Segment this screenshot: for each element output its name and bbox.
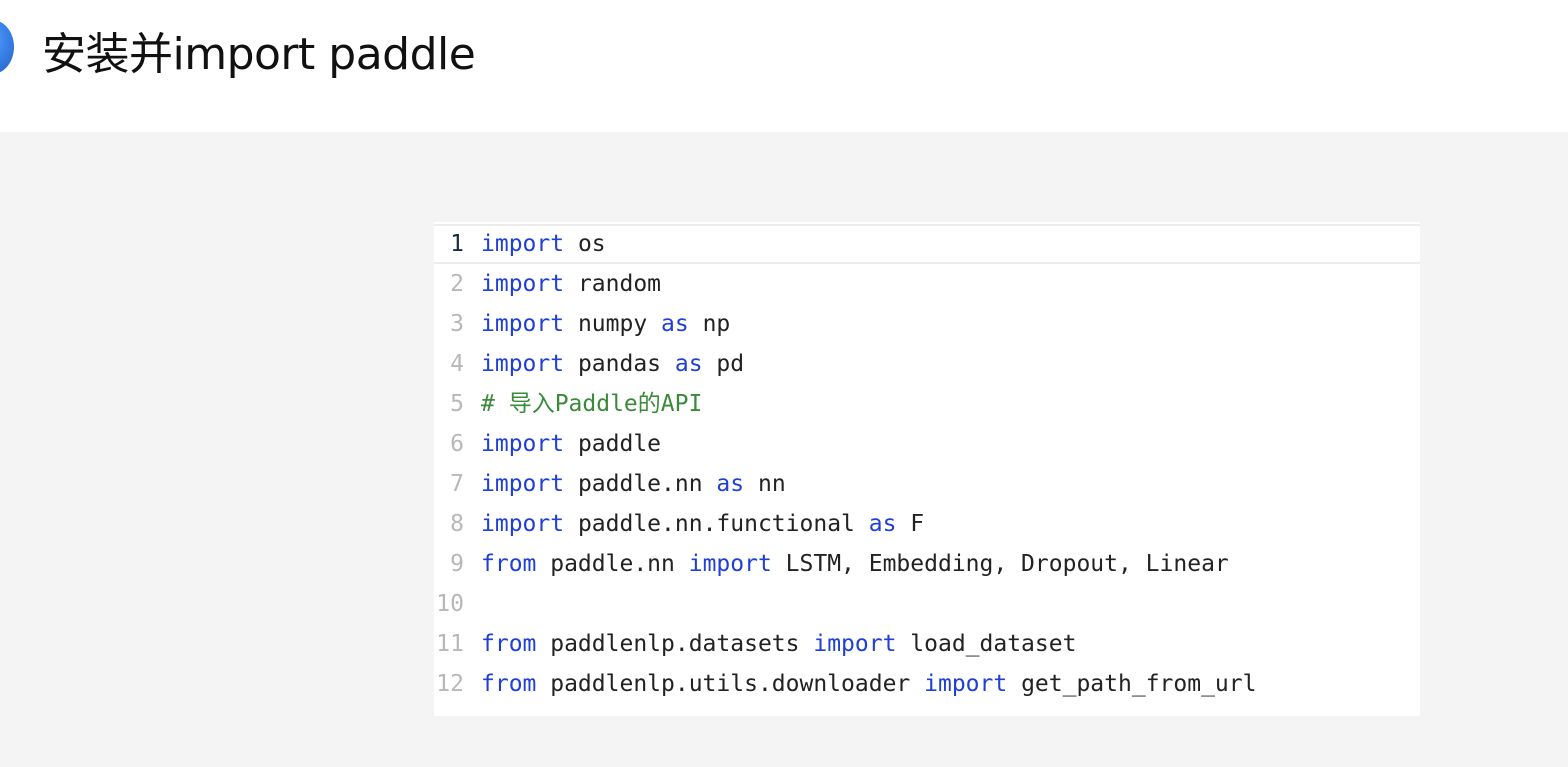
code-text: import paddle.nn as nn [481, 464, 786, 504]
code-keyword: import [688, 551, 772, 577]
code-line[interactable]: 10 [434, 584, 1420, 624]
code-keyword: import [481, 471, 565, 497]
code-line[interactable]: 2 import random [434, 264, 1420, 304]
code-identifier: nn [744, 471, 786, 497]
line-number: 6 [450, 431, 464, 457]
code-identifier: pd [702, 351, 745, 377]
code-line[interactable]: 3 import numpy as np [434, 304, 1420, 344]
line-number: 3 [450, 311, 464, 337]
code-text: import paddle.nn.functional as F [481, 504, 924, 544]
line-number: 2 [450, 271, 464, 297]
code-line[interactable]: 4 import pandas as pd [434, 344, 1420, 384]
line-number: 11 [436, 631, 464, 657]
slide-header: 安装并import paddle [0, 0, 1568, 132]
code-identifier: paddle.nn.functional [564, 511, 869, 537]
code-keyword: import [813, 631, 897, 657]
code-keyword: import [481, 311, 565, 337]
code-comment: # 导入Paddle的API [481, 391, 703, 417]
code-keyword: import [481, 431, 565, 457]
code-text: from paddlenlp.utils.downloader import g… [481, 664, 1256, 704]
code-keyword: as [674, 351, 703, 377]
code-identifier: paddle.nn [564, 471, 717, 497]
code-text: from paddlenlp.datasets import load_data… [481, 624, 1076, 664]
line-number: 8 [450, 511, 464, 537]
line-number: 12 [436, 671, 464, 697]
code-line[interactable]: 5 # 导入Paddle的API [434, 384, 1420, 424]
code-keyword: as [716, 471, 745, 497]
line-number: 1 [450, 231, 464, 257]
code-identifier: paddle.nn [536, 551, 689, 577]
code-text: import random [481, 264, 661, 304]
code-line[interactable]: 7 import paddle.nn as nn [434, 464, 1420, 504]
line-number: 5 [450, 391, 464, 417]
code-identifier: load_dataset [896, 631, 1077, 657]
code-text: # 导入Paddle的API [481, 384, 702, 424]
code-identifier: paddle [564, 431, 662, 457]
code-identifier: os [564, 231, 606, 257]
code-text: import paddle [481, 424, 661, 464]
code-identifier: random [564, 271, 662, 297]
code-identifier: F [896, 511, 925, 537]
line-number: 9 [450, 551, 464, 577]
code-identifier: numpy [564, 311, 662, 337]
code-editor-panel: 1 import os 2 import random 3 import numpy as… [434, 222, 1420, 716]
code-keyword: import [481, 271, 565, 297]
line-number: 10 [436, 591, 464, 617]
code-line[interactable]: 9 from paddle.nn import LSTM, Embedding, … [434, 544, 1420, 584]
code-keyword: import [924, 671, 1008, 697]
code-keyword: from [481, 671, 537, 697]
code-text: import os [481, 224, 606, 264]
code-identifier: paddlenlp.utils.downloader [536, 671, 925, 697]
code-identifier: LSTM, Embedding, Dropout, Linear [771, 551, 1229, 577]
code-text: import numpy as np [481, 304, 730, 344]
code-line[interactable]: 8 import paddle.nn.functional as F [434, 504, 1420, 544]
code-line[interactable]: 12 from paddlenlp.utils.downloader import… [434, 664, 1420, 704]
code-keyword: from [481, 631, 537, 657]
code-keyword: from [481, 551, 537, 577]
code-identifier: np [688, 311, 731, 337]
code-identifier: get_path_from_url [1007, 671, 1257, 697]
code-line[interactable]: 11 from paddlenlp.datasets import load_da… [434, 624, 1420, 664]
code-keyword: import [481, 231, 565, 257]
code-identifier: pandas [564, 351, 675, 377]
code-line[interactable]: 6 import paddle [434, 424, 1420, 464]
code-keyword: as [868, 511, 897, 537]
code-text: import pandas as pd [481, 344, 744, 384]
code-keyword: import [481, 511, 565, 537]
line-number: 7 [450, 471, 464, 497]
code-keyword: import [481, 351, 565, 377]
code-text: from paddle.nn import LSTM, Embedding, D… [481, 544, 1229, 584]
code-line[interactable]: 1 import os [434, 224, 1420, 264]
bullet-circle-icon [0, 20, 14, 74]
line-number: 4 [450, 351, 464, 377]
code-identifier: paddlenlp.datasets [536, 631, 814, 657]
page-title: 安装并import paddle [42, 29, 476, 80]
code-keyword: as [661, 311, 689, 337]
